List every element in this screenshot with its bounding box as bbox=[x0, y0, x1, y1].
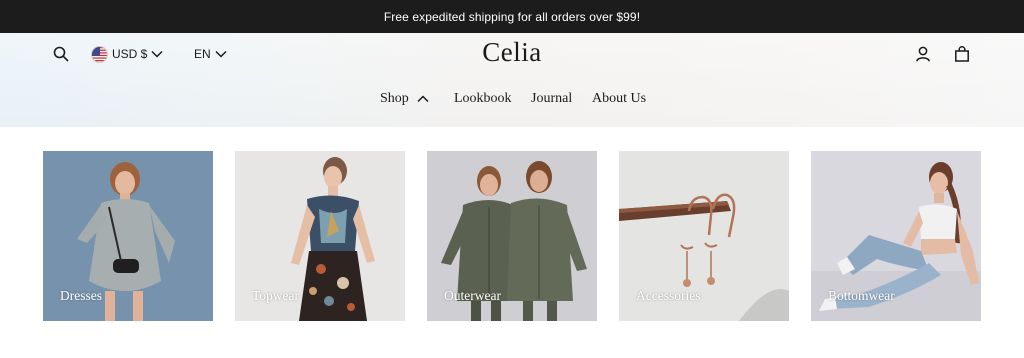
category-label: Dresses bbox=[60, 288, 102, 303]
logo: Celia bbox=[0, 37, 1024, 68]
chevron-up-icon bbox=[417, 95, 429, 103]
nav-item-label: Journal bbox=[531, 91, 573, 106]
nav-item-label: Shop bbox=[380, 91, 409, 106]
nav-item-label: Lookbook bbox=[454, 91, 512, 106]
announcement-text: Free expedited shipping for all orders o… bbox=[383, 9, 641, 24]
nav-item-about-us[interactable]: About Us bbox=[592, 91, 646, 107]
cart-button[interactable] bbox=[953, 45, 971, 63]
user-icon bbox=[916, 46, 930, 62]
category-label: Outerwear bbox=[444, 288, 501, 303]
category-card-topwear[interactable]: Topwear bbox=[235, 151, 405, 321]
category-card-dresses[interactable]: Dresses bbox=[43, 151, 213, 321]
account-button[interactable] bbox=[914, 45, 932, 63]
category-card-bottomwear[interactable]: Bottomwear bbox=[811, 151, 981, 321]
category-label: Bottomwear bbox=[828, 288, 895, 303]
nav-item-journal[interactable]: Journal bbox=[531, 91, 572, 107]
nav-item-shop[interactable]: Shop bbox=[380, 91, 429, 107]
category-card-outerwear[interactable]: Outerwear bbox=[427, 151, 597, 321]
nav-item-lookbook[interactable]: Lookbook bbox=[454, 91, 512, 107]
site-header: USD $ EN Celia Shop Lookbook Journal Abo… bbox=[0, 33, 1024, 127]
announcement-bar: Free expedited shipping for all orders o… bbox=[0, 0, 1024, 33]
category-label: Accessories bbox=[636, 288, 701, 303]
logo-link[interactable]: Celia bbox=[482, 37, 541, 67]
nav-item-label: About Us bbox=[592, 91, 647, 106]
shopping-bag-icon bbox=[955, 46, 969, 62]
category-label: Topwear bbox=[252, 288, 300, 303]
category-card-accessories[interactable]: Accessories bbox=[619, 151, 789, 321]
